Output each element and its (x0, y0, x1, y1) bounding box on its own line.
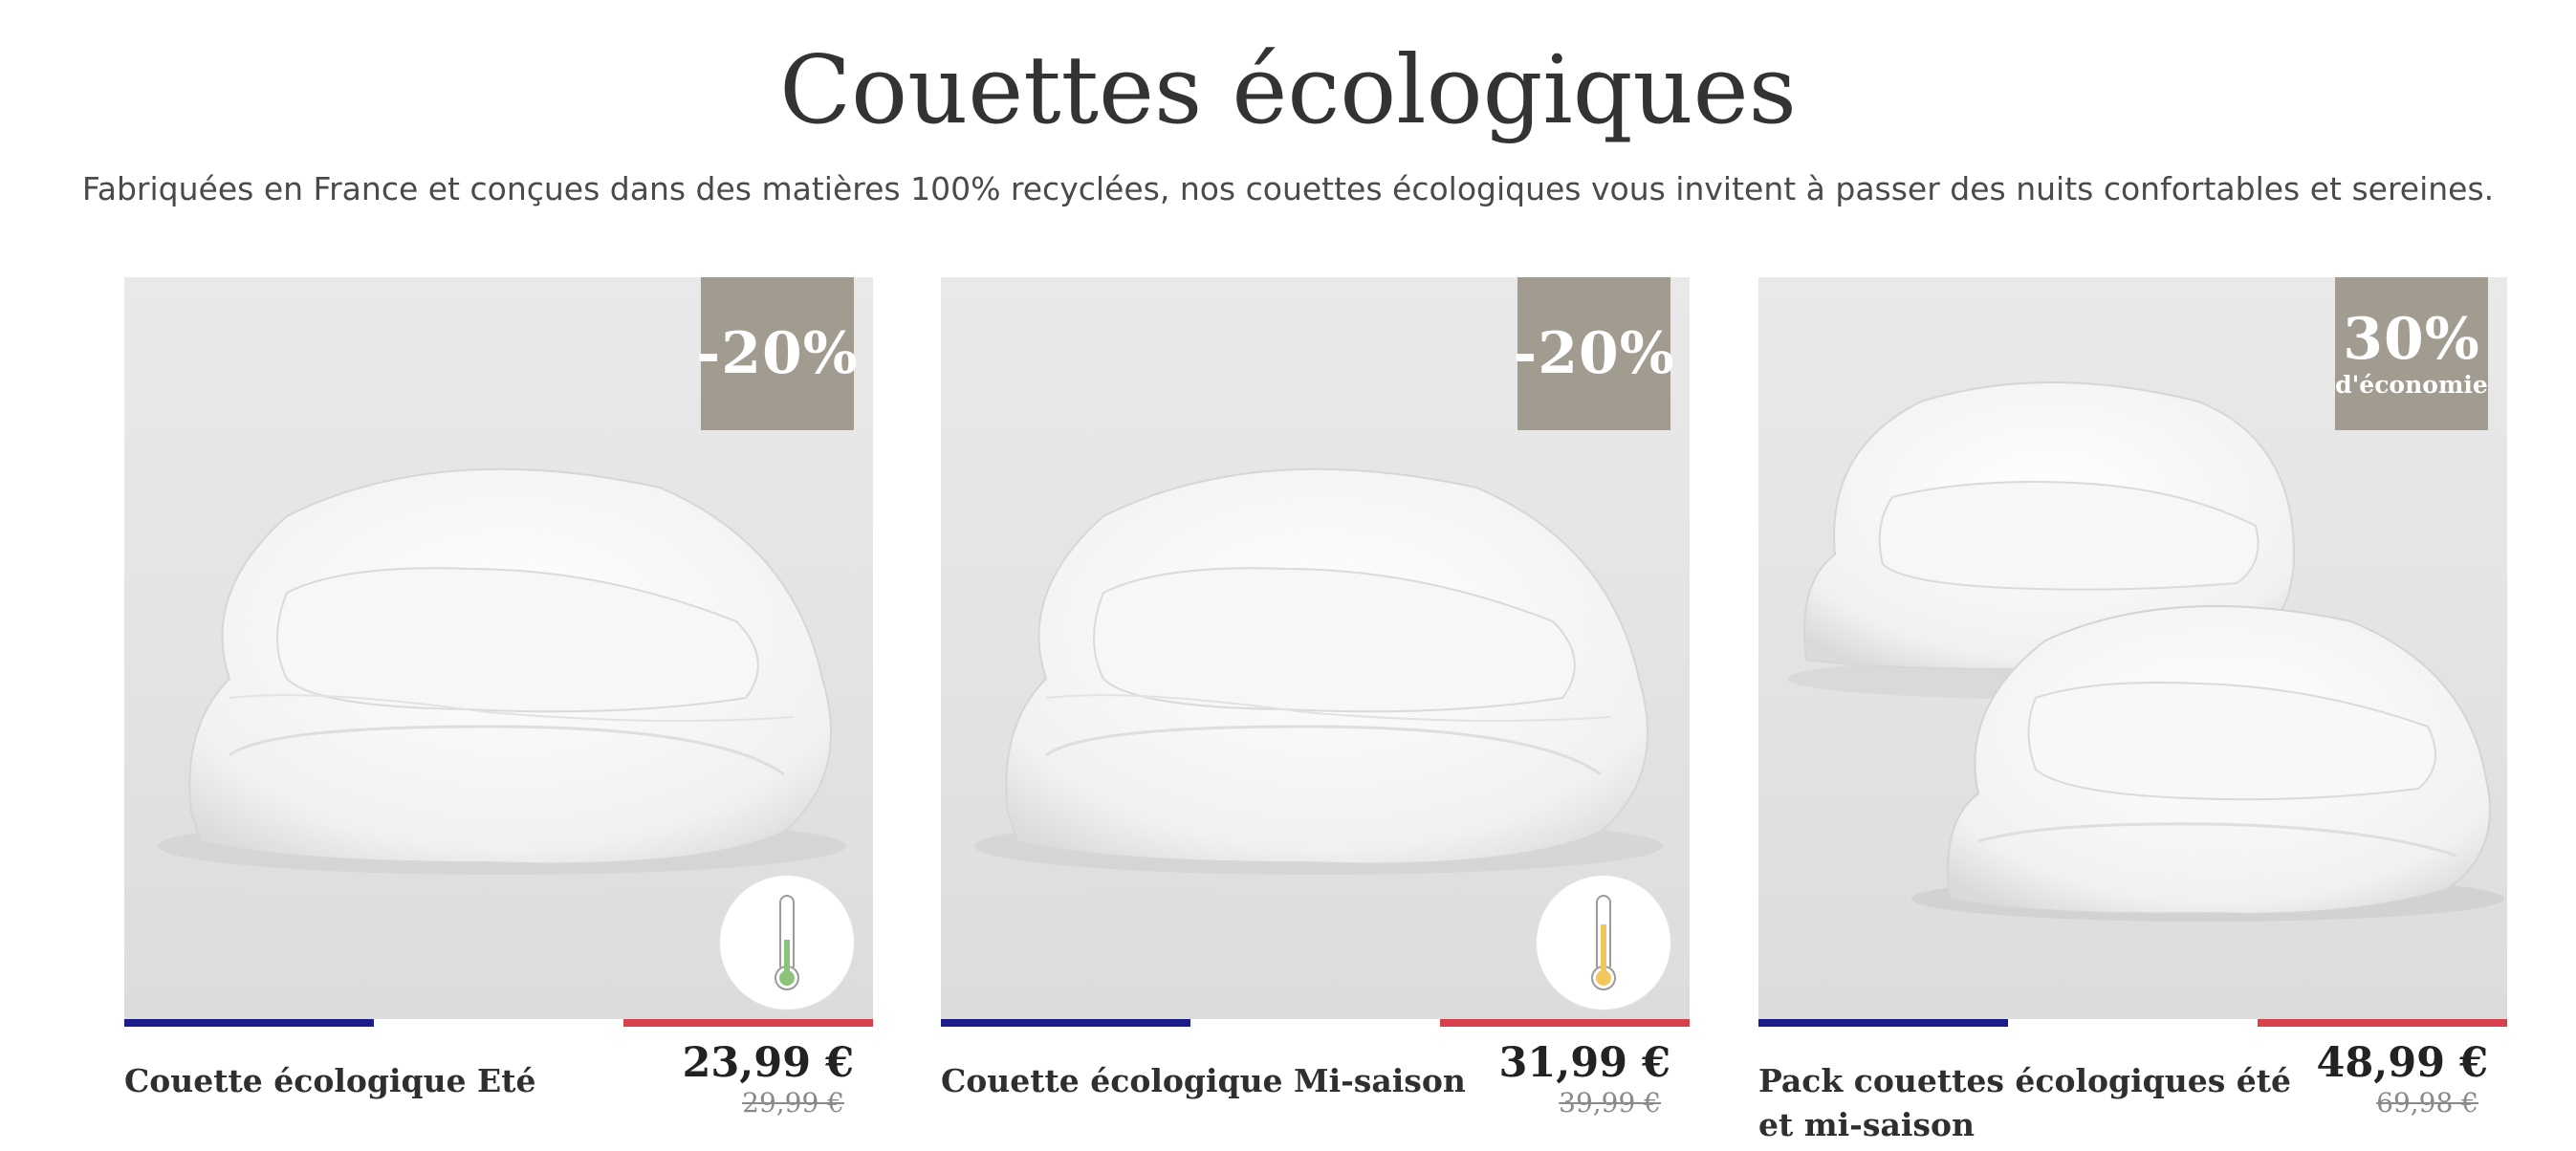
product-image[interactable]: -20% (124, 277, 873, 1019)
product-name[interactable]: Pack couettes écologiques été et mi-sais… (1758, 1059, 2294, 1147)
savings-badge: 30% d'économie (2335, 277, 2488, 430)
discount-badge: -20% (1513, 277, 1674, 430)
thermometer-low-icon (720, 876, 854, 1010)
product-card[interactable]: -20% Couette écologique Mi-saison 31,99 … (941, 277, 1690, 1151)
old-price: 69,98 € (2376, 1087, 2478, 1118)
product-card[interactable]: 30% d'économie Pack couettes écologiques… (1758, 277, 2507, 1151)
product-price: 31,99 € 39,99 € (1498, 1038, 1670, 1118)
current-price: 31,99 € (1498, 1039, 1670, 1087)
product-card[interactable]: -20% Couette écologique Eté 23,99 € 29,9… (124, 277, 873, 1151)
product-name[interactable]: Couette écologique Eté (124, 1059, 660, 1103)
product-image[interactable]: -20% (941, 277, 1690, 1019)
section-description: Fabriquées en France et conçues dans des… (81, 170, 2495, 207)
current-price: 48,99 € (2316, 1039, 2488, 1087)
product-name[interactable]: Couette écologique Mi-saison (941, 1059, 1476, 1103)
discount-percent: -20% (696, 320, 859, 387)
savings-percent: 30% (2343, 306, 2480, 373)
savings-label: d'économie (2335, 371, 2488, 399)
product-image[interactable]: 30% d'économie (1758, 277, 2507, 1019)
section-title: Couettes écologiques (779, 36, 1797, 145)
product-section: Couettes écologiques Fabriquées en Franc… (0, 0, 2576, 1151)
discount-badge: -20% (696, 277, 858, 430)
current-price: 23,99 € (682, 1039, 854, 1087)
thermometer-mid-icon (1537, 876, 1670, 1010)
french-flag-stripe (941, 1019, 1690, 1027)
product-price: 23,99 € 29,99 € (682, 1038, 854, 1118)
old-price: 39,99 € (1559, 1087, 1661, 1118)
french-flag-stripe (124, 1019, 873, 1027)
discount-percent: -20% (1513, 320, 1675, 387)
old-price: 29,99 € (742, 1087, 844, 1118)
french-flag-stripe (1758, 1019, 2507, 1027)
product-price: 48,99 € 69,98 € (2316, 1038, 2488, 1118)
